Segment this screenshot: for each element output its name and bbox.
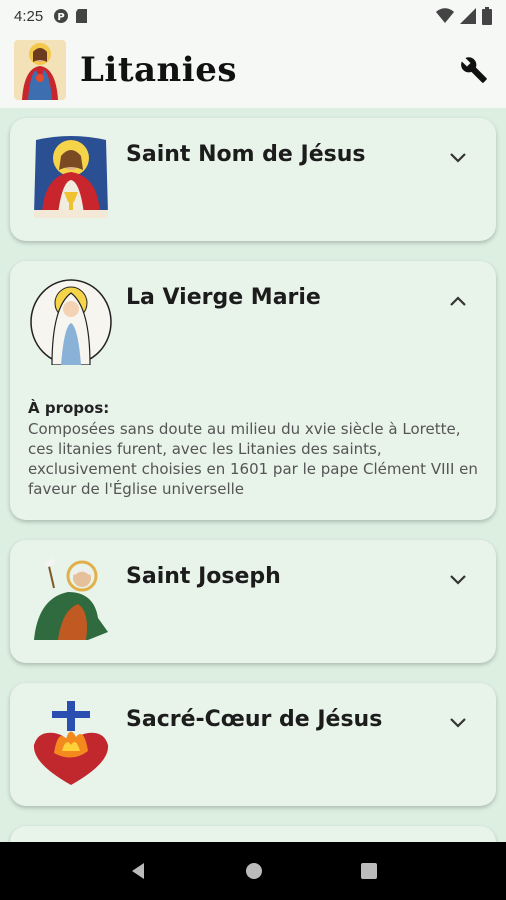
status-time: 4:25 <box>14 7 44 25</box>
chevron-down-icon[interactable] <box>444 144 472 172</box>
home-icon[interactable] <box>244 861 264 881</box>
litany-card-saint-nom-de-jesus[interactable]: Saint Nom de Jésus <box>10 118 496 241</box>
chevron-down-icon[interactable] <box>444 709 472 737</box>
app-bar: Litanies <box>0 32 506 108</box>
recents-icon[interactable] <box>360 862 378 880</box>
jesus-eucharist-image <box>34 136 108 218</box>
chevron-down-icon[interactable] <box>444 566 472 594</box>
litany-list: Saint Nom de Jésus La Vierge Marie À pro… <box>0 108 506 842</box>
sacred-heart-logo <box>14 40 66 100</box>
litany-title: Saint Joseph <box>126 564 281 589</box>
svg-text:P: P <box>58 12 65 23</box>
wifi-icon <box>436 8 454 23</box>
settings-button[interactable] <box>456 52 492 88</box>
litany-card-la-vierge-marie[interactable]: La Vierge Marie À propos: Composées sans… <box>10 261 496 520</box>
signal-icon <box>460 8 476 24</box>
about-text: Composées sans doute au milieu du xvie s… <box>28 420 478 498</box>
wrench-icon <box>461 57 487 83</box>
about-section: À propos: Composées sans doute au milieu… <box>28 399 478 499</box>
litany-title: Sacré-Cœur de Jésus <box>126 707 383 732</box>
status-bar: 4:25 P <box>0 0 506 32</box>
app-title: Litanies <box>80 50 237 90</box>
saint-joseph-image <box>34 559 108 640</box>
sacred-heart-image <box>33 701 109 785</box>
litany-title: La Vierge Marie <box>126 285 321 310</box>
system-nav-bar <box>0 842 506 900</box>
chevron-up-icon[interactable] <box>444 287 472 315</box>
sd-card-icon <box>76 9 88 23</box>
litany-title: Saint Nom de Jésus <box>126 142 366 167</box>
litany-card-saint-joseph[interactable]: Saint Joseph <box>10 540 496 663</box>
litany-card-sacre-coeur[interactable]: Sacré-Cœur de Jésus <box>10 683 496 806</box>
about-label: À propos: <box>28 399 110 417</box>
back-icon[interactable] <box>128 861 148 881</box>
battery-icon <box>482 7 492 25</box>
virgin-mary-image <box>30 279 112 365</box>
litany-card-partial[interactable] <box>10 826 496 842</box>
circle-p-icon: P <box>54 9 69 23</box>
